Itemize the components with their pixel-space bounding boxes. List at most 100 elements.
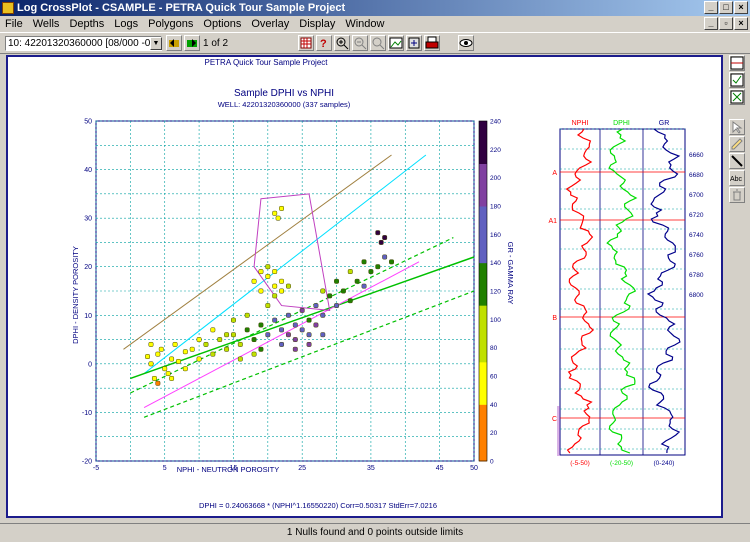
data-point[interactable] — [306, 332, 312, 338]
data-point[interactable] — [148, 361, 154, 367]
data-point[interactable] — [244, 327, 250, 333]
data-point[interactable] — [231, 332, 236, 338]
data-point[interactable] — [285, 312, 291, 318]
data-point[interactable] — [162, 366, 168, 372]
data-point[interactable] — [375, 264, 381, 270]
menu-polygons[interactable]: Polygons — [143, 18, 198, 30]
data-point[interactable] — [299, 327, 305, 333]
data-point[interactable] — [320, 312, 326, 318]
view-button[interactable] — [458, 35, 474, 51]
data-point[interactable] — [189, 346, 195, 352]
data-point[interactable] — [313, 322, 319, 328]
data-point[interactable] — [279, 205, 285, 211]
zoom-extent-button[interactable] — [370, 35, 386, 51]
data-point[interactable] — [169, 375, 175, 381]
print-button[interactable] — [424, 35, 440, 51]
menu-wells[interactable]: Wells — [28, 18, 65, 30]
data-point[interactable] — [292, 322, 298, 328]
data-point[interactable] — [389, 259, 394, 265]
data-point[interactable] — [176, 358, 181, 364]
check-button[interactable] — [729, 72, 745, 88]
crossplot-area[interactable]: -5 5 15 25 35 45 50 -20 -10 0 10 20 30 40 50 — [82, 119, 478, 473]
data-point[interactable] — [306, 341, 312, 347]
data-point[interactable] — [361, 283, 367, 289]
data-point[interactable] — [151, 375, 157, 381]
mdi-restore-button[interactable]: ▫ — [719, 17, 733, 30]
data-point[interactable] — [251, 351, 257, 357]
data-point[interactable] — [210, 351, 216, 357]
data-point[interactable] — [182, 366, 188, 372]
well-select[interactable]: 10: 42201320360000 [08/000 -000 -1] — [5, 36, 162, 51]
data-point[interactable] — [145, 354, 150, 360]
data-point[interactable] — [237, 341, 243, 347]
data-point[interactable] — [237, 356, 243, 362]
data-point[interactable] — [251, 337, 257, 343]
delete-button[interactable] — [729, 187, 745, 203]
data-point[interactable] — [265, 273, 271, 279]
log-tracks-panel[interactable]: NPHI DPHI GR (-5-50) (-20-50) (0-240) 6660 6680… — [548, 120, 703, 467]
data-point[interactable] — [265, 303, 271, 309]
data-point[interactable] — [196, 337, 202, 343]
menu-window[interactable]: Window — [340, 18, 389, 30]
data-point[interactable] — [258, 269, 264, 275]
menu-options[interactable]: Options — [198, 18, 246, 30]
data-point[interactable] — [148, 341, 154, 347]
data-point[interactable] — [165, 371, 171, 377]
close-button[interactable]: × — [734, 1, 748, 14]
data-point[interactable] — [340, 288, 346, 294]
data-point[interactable] — [272, 269, 278, 275]
mdi-minimize-button[interactable]: _ — [704, 17, 718, 30]
data-point[interactable] — [224, 332, 230, 338]
data-point[interactable] — [361, 259, 367, 265]
data-point[interactable] — [258, 288, 264, 294]
menu-display[interactable]: Display — [294, 18, 340, 30]
zoom-out-button[interactable] — [352, 35, 368, 51]
data-point[interactable] — [382, 254, 388, 260]
data-point[interactable] — [275, 215, 281, 221]
minimize-button[interactable]: _ — [704, 1, 718, 14]
clear-button[interactable] — [729, 89, 745, 105]
prev-well-button[interactable] — [166, 35, 182, 51]
data-point[interactable] — [327, 293, 333, 299]
data-point[interactable] — [258, 322, 264, 328]
data-point[interactable] — [334, 303, 339, 309]
data-point[interactable] — [368, 269, 374, 275]
data-point[interactable] — [182, 349, 188, 355]
data-point[interactable] — [347, 298, 353, 304]
data-point[interactable] — [272, 210, 278, 216]
data-point[interactable] — [320, 332, 326, 338]
data-point[interactable] — [251, 278, 257, 284]
next-well-button[interactable] — [184, 35, 200, 51]
chevron-down-icon[interactable]: ▼ — [150, 37, 162, 50]
data-point[interactable] — [279, 327, 285, 333]
draw-line-button[interactable] — [729, 153, 745, 169]
data-point[interactable] — [272, 293, 278, 299]
grid-button[interactable] — [298, 35, 314, 51]
data-point[interactable] — [265, 264, 271, 270]
export-button[interactable] — [406, 35, 422, 51]
data-point[interactable] — [375, 230, 381, 236]
data-point[interactable] — [224, 346, 230, 352]
data-point[interactable] — [320, 288, 326, 294]
select-button[interactable] — [729, 119, 745, 135]
data-point[interactable] — [155, 380, 161, 386]
menu-logs[interactable]: Logs — [109, 18, 143, 30]
data-point[interactable] — [272, 283, 278, 289]
data-point[interactable] — [382, 235, 388, 241]
data-point[interactable] — [306, 317, 312, 323]
data-point[interactable] — [334, 278, 339, 284]
data-point[interactable] — [378, 239, 384, 245]
data-point[interactable] — [172, 341, 178, 347]
data-point[interactable] — [285, 332, 291, 338]
data-point[interactable] — [279, 288, 285, 294]
data-point[interactable] — [155, 351, 161, 357]
mdi-close-button[interactable]: × — [734, 17, 748, 30]
data-point[interactable] — [203, 341, 209, 347]
data-point[interactable] — [292, 337, 298, 343]
data-point[interactable] — [285, 283, 291, 289]
data-point[interactable] — [299, 307, 305, 313]
data-point[interactable] — [158, 346, 164, 352]
text-button[interactable]: Abc — [729, 170, 745, 186]
data-point[interactable] — [292, 346, 298, 352]
data-point[interactable] — [265, 332, 271, 338]
